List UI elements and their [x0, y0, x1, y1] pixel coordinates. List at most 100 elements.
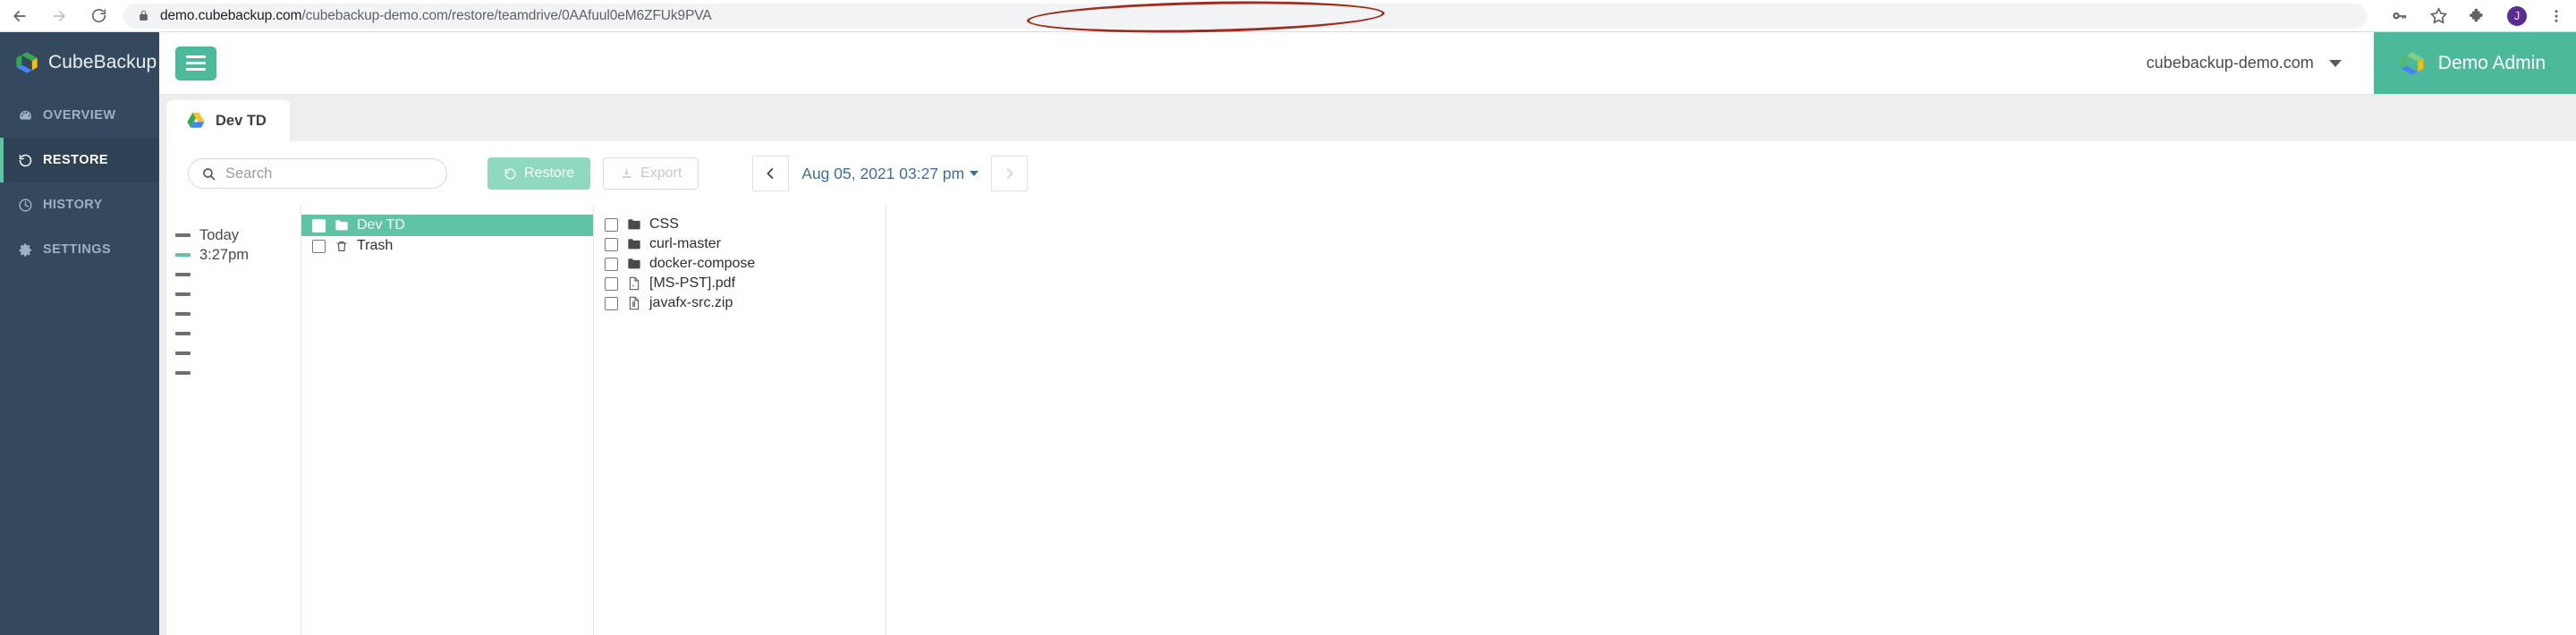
extensions-button[interactable] [2458, 0, 2497, 32]
search-placeholder: Search [225, 165, 273, 182]
chrome-menu-button[interactable] [2537, 0, 2576, 32]
row-checkbox[interactable] [605, 276, 618, 291]
svg-text:A: A [631, 284, 635, 288]
hamburger-icon-bar [186, 55, 206, 58]
sidebar-item-label: SETTINGS [43, 242, 112, 257]
row-checkbox[interactable] [605, 296, 618, 310]
sidebar-item-label: RESTORE [43, 153, 108, 167]
timeline-row[interactable] [166, 363, 301, 383]
list-item[interactable]: javafx-src.zip [594, 293, 886, 313]
restore-panel: Search Restore Export Aug 05, 2021 03:27… [166, 141, 2576, 635]
sidebar-item-settings[interactable]: SETTINGS [0, 227, 159, 272]
list-item-label: javafx-src.zip [649, 295, 733, 310]
list-item-label: [MS-PST].pdf [649, 275, 736, 291]
browser-actions: J [2379, 0, 2576, 32]
restore-rotate-icon [504, 168, 516, 179]
devtd-column: CSS curl-master docker-compose A [MS-PST… [593, 206, 886, 635]
list-item[interactable]: Dev TD [301, 215, 593, 236]
timeline-time-label: 3:27pm [199, 246, 250, 263]
timeline-tick [175, 233, 191, 237]
export-button[interactable]: Export [603, 157, 699, 190]
back-arrow-icon [13, 10, 26, 21]
file-browser: Today 3:27pm Dev TD Trash CSS curl-maste… [166, 206, 2576, 635]
avatar: J [2507, 5, 2527, 26]
list-item[interactable]: Trash [301, 236, 593, 256]
restore-rotate-icon [18, 153, 33, 168]
timeline-row[interactable] [166, 343, 301, 363]
reload-button[interactable] [79, 0, 118, 32]
three-dot-menu-icon [2555, 9, 2558, 22]
sidebar-item-overview[interactable]: OVERVIEW [0, 93, 159, 138]
timeline-row-current[interactable]: 3:27pm [166, 245, 301, 265]
timeline-tick [175, 312, 191, 316]
zip-file-icon [626, 296, 641, 311]
puzzle-extensions-icon [2470, 8, 2483, 21]
timeline-tick [175, 332, 191, 335]
bookmark-button[interactable] [2419, 0, 2458, 32]
timeline-tick [175, 292, 191, 296]
chevron-down-icon [2328, 59, 2342, 67]
url-path: /cubebackup-demo.com/restore/teamdrive/0… [301, 7, 712, 23]
list-item[interactable]: A [MS-PST].pdf [594, 274, 886, 293]
timeline-row[interactable] [166, 265, 301, 284]
content-area: Dev TD Search Restore Export Aug 05, 202… [159, 95, 2576, 635]
address-bar[interactable]: demo.cubebackup.com/cubebackup-demo.com/… [123, 3, 2367, 29]
search-input[interactable]: Search [188, 158, 447, 189]
sidebar-item-restore[interactable]: RESTORE [0, 138, 159, 182]
gear-icon [18, 242, 33, 258]
next-snapshot-button[interactable] [991, 156, 1029, 191]
folder-icon [626, 217, 641, 233]
sidebar-item-history[interactable]: HISTORY [0, 182, 159, 227]
pdf-file-icon: A [626, 276, 641, 292]
menu-toggle-button[interactable] [175, 46, 216, 80]
dashboard-icon [18, 108, 33, 123]
chevron-left-icon [767, 168, 774, 179]
snapshot-timeline[interactable]: Today 3:27pm [166, 206, 301, 635]
restore-button-label: Restore [524, 165, 575, 181]
snapshot-date-selector[interactable]: Aug 05, 2021 03:27 pm [789, 156, 992, 191]
timeline-row[interactable] [166, 324, 301, 343]
domain-selector[interactable]: cubebackup-demo.com [2147, 54, 2342, 72]
tab-dev-td[interactable]: Dev TD [166, 100, 290, 141]
detail-column [886, 206, 2576, 635]
list-item-label: curl-master [649, 236, 722, 251]
lock-icon [138, 9, 149, 22]
user-name: Demo Admin [2437, 52, 2546, 73]
row-checkbox[interactable] [605, 217, 618, 232]
brand-logo[interactable]: CubeBackup [0, 32, 159, 93]
row-checkbox[interactable] [605, 257, 618, 271]
sidebar-item-label: OVERVIEW [43, 108, 116, 123]
app-header: cubebackup-demo.com Demo Admin [159, 32, 2576, 95]
password-key-button[interactable] [2379, 0, 2419, 32]
timeline-row[interactable]: Today [166, 225, 301, 245]
row-checkbox[interactable] [605, 237, 618, 251]
hamburger-icon-bar [186, 62, 206, 64]
row-checkbox[interactable] [312, 239, 326, 253]
list-item[interactable]: CSS [594, 215, 886, 234]
tab-label: Dev TD [216, 112, 267, 129]
timeline-tick [175, 371, 191, 375]
forward-button[interactable] [39, 0, 79, 32]
timeline-tick-current [175, 253, 191, 257]
row-checkbox[interactable] [312, 218, 326, 233]
cubebackup-logo-icon [2401, 52, 2424, 74]
timeline-tick [175, 351, 191, 355]
timeline-row[interactable] [166, 304, 301, 324]
timeline-day-label: Today [199, 226, 240, 243]
cubebackup-logo-icon [16, 52, 38, 73]
clock-icon [18, 198, 33, 213]
profile-button[interactable]: J [2497, 0, 2537, 32]
user-menu[interactable]: Demo Admin [2373, 32, 2576, 94]
url-text: demo.cubebackup.com/cubebackup-demo.com/… [160, 8, 712, 24]
list-item-label: Trash [357, 238, 394, 253]
timeline-row[interactable] [166, 284, 301, 304]
prev-snapshot-button[interactable] [752, 156, 790, 191]
back-button[interactable] [0, 0, 39, 32]
chevron-right-icon [1006, 168, 1013, 179]
list-item[interactable]: curl-master [594, 234, 886, 254]
restore-button[interactable]: Restore [487, 157, 591, 190]
key-icon [2393, 12, 2407, 19]
restore-toolbar: Search Restore Export Aug 05, 2021 03:27… [166, 141, 2576, 206]
list-item[interactable]: docker-compose [594, 254, 886, 274]
forward-arrow-icon [53, 10, 65, 21]
